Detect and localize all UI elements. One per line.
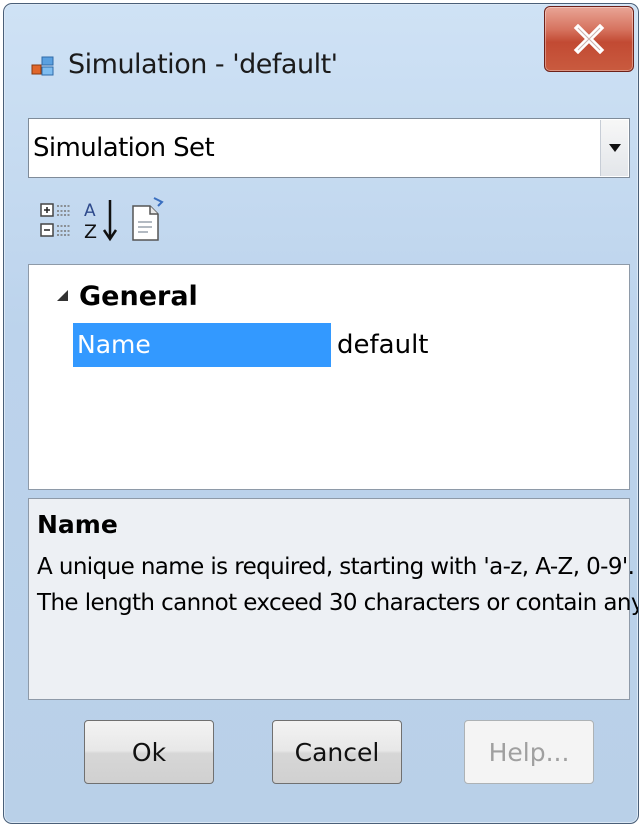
- close-icon: [573, 24, 605, 54]
- chevron-down-icon: [608, 144, 621, 152]
- sort-alphabetical-icon: A Z: [84, 200, 118, 243]
- cancel-button[interactable]: Cancel: [272, 720, 402, 784]
- property-pages-icon[interactable]: [128, 194, 166, 246]
- sort-glyph-z: Z: [84, 221, 97, 243]
- dialog-button-row: Ok Cancel Help...: [28, 702, 630, 812]
- dialog-window: Simulation - 'default' Simulation Set A …: [3, 3, 639, 824]
- close-button[interactable]: [544, 6, 634, 72]
- help-button[interactable]: Help...: [464, 720, 594, 784]
- app-icon: [31, 56, 54, 76]
- help-title: Name: [37, 510, 118, 539]
- sort-alphabetical-button[interactable]: A Z: [82, 194, 120, 246]
- property-grid[interactable]: General Name default: [28, 264, 630, 490]
- sort-glyph-a: A: [84, 201, 96, 221]
- window-title: Simulation - 'default': [68, 49, 338, 80]
- property-value-cell[interactable]: default: [337, 323, 428, 367]
- help-line-2: The length cannot exceed 30 characters o…: [37, 590, 639, 616]
- collapse-triangle-icon[interactable]: [55, 287, 71, 303]
- categorized-icon[interactable]: [38, 194, 76, 246]
- dialog-client: Simulation Set A Z General Name default …: [28, 112, 639, 816]
- object-selector-dropdown[interactable]: Simulation Set: [28, 118, 630, 178]
- help-line-1: A unique name is required, starting with…: [37, 554, 635, 580]
- object-selector-value: Simulation Set: [33, 133, 215, 163]
- help-description: A unique name is required, starting with…: [37, 549, 639, 621]
- property-grid-toolbar: A Z: [28, 182, 630, 260]
- category-row-general[interactable]: General: [29, 277, 629, 317]
- property-name-cell[interactable]: Name: [73, 323, 331, 367]
- category-label: General: [79, 281, 198, 312]
- property-row-name[interactable]: Name default: [73, 323, 629, 367]
- dropdown-arrow-button[interactable]: [600, 120, 628, 176]
- ok-button[interactable]: Ok: [84, 720, 214, 784]
- title-bar[interactable]: Simulation - 'default': [4, 4, 638, 104]
- help-panel: Name A unique name is required, starting…: [28, 498, 639, 700]
